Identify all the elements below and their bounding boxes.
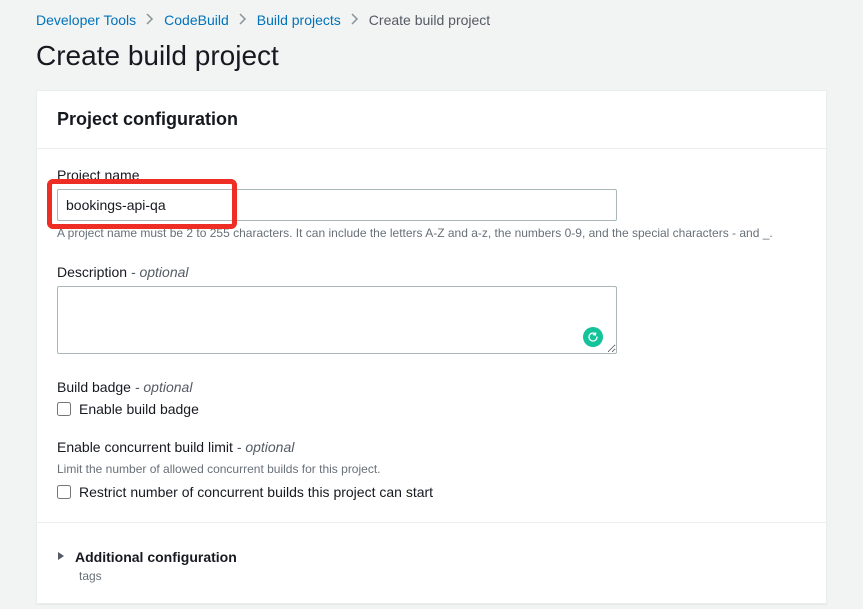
page-title: Create build project xyxy=(0,34,863,90)
project-name-help: A project name must be 2 to 255 characte… xyxy=(57,225,806,242)
caret-right-icon xyxy=(57,550,65,564)
panel-header: Project configuration xyxy=(37,91,826,149)
restrict-concurrent-checkbox[interactable] xyxy=(57,485,71,499)
chevron-right-icon xyxy=(239,12,247,28)
breadcrumb: Developer Tools CodeBuild Build projects… xyxy=(0,0,863,34)
description-textarea[interactable] xyxy=(57,286,617,354)
concurrent-limit-field: Enable concurrent build limit - optional… xyxy=(57,439,806,500)
panel-title: Project configuration xyxy=(57,109,806,130)
additional-config-title: Additional configuration xyxy=(75,549,237,565)
breadcrumb-current: Create build project xyxy=(369,12,490,28)
build-badge-label: Build badge - optional xyxy=(57,379,806,395)
enable-build-badge-checkbox-label[interactable]: Enable build badge xyxy=(79,401,199,417)
additional-config-sub: tags xyxy=(79,569,806,583)
description-label: Description - optional xyxy=(57,264,806,280)
concurrent-limit-label: Enable concurrent build limit - optional xyxy=(57,439,806,455)
breadcrumb-link-codebuild[interactable]: CodeBuild xyxy=(164,12,229,28)
chevron-right-icon xyxy=(351,12,359,28)
chevron-right-icon xyxy=(146,12,154,28)
description-field: Description - optional xyxy=(57,264,806,357)
enable-build-badge-checkbox[interactable] xyxy=(57,402,71,416)
project-config-panel: Project configuration Project name A pro… xyxy=(36,90,827,604)
breadcrumb-link-devtools[interactable]: Developer Tools xyxy=(36,12,136,28)
additional-config-toggle[interactable]: Additional configuration xyxy=(57,549,806,565)
concurrent-limit-help: Limit the number of allowed concurrent b… xyxy=(57,461,806,478)
build-badge-field: Build badge - optional Enable build badg… xyxy=(57,379,806,417)
breadcrumb-link-buildprojects[interactable]: Build projects xyxy=(257,12,341,28)
project-name-input[interactable] xyxy=(57,189,617,221)
project-name-label: Project name xyxy=(57,167,806,183)
restrict-concurrent-checkbox-label[interactable]: Restrict number of concurrent builds thi… xyxy=(79,484,433,500)
project-name-field: Project name A project name must be 2 to… xyxy=(57,167,806,242)
